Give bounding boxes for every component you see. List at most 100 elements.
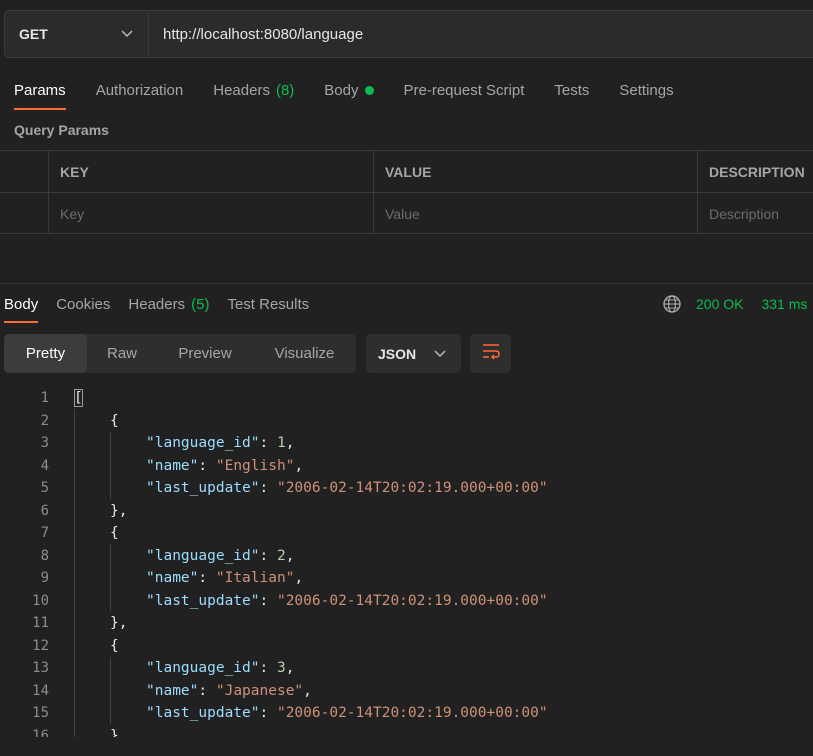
code-line: 7{	[0, 522, 813, 545]
code-token: ,	[285, 435, 295, 452]
code-token: 3	[276, 660, 286, 677]
tab-label: Cookies	[56, 295, 111, 313]
response-tab-test-results[interactable]: Test Results	[227, 285, 309, 323]
code-line: 2{	[0, 410, 813, 433]
headers-count: (8)	[275, 81, 295, 99]
method-label: GET	[19, 26, 48, 42]
code-token: {	[110, 412, 119, 429]
globe-icon[interactable]	[662, 294, 682, 314]
code-line: 9 "name": "Italian",	[0, 567, 813, 590]
code-token: :	[259, 660, 277, 677]
view-pretty-button[interactable]: Pretty	[4, 334, 87, 373]
code-token: {	[110, 637, 119, 654]
code-token: "English"	[215, 457, 295, 474]
code-token: :	[198, 457, 216, 474]
view-visualize-button[interactable]: Visualize	[253, 334, 356, 373]
response-headers-count: (5)	[191, 295, 210, 313]
code-token: "Japanese"	[215, 682, 304, 699]
code-line: 15 "last_update": "2006-02-14T20:02:19.00…	[0, 702, 813, 725]
line-number: 6	[40, 502, 49, 519]
code-text: {	[110, 525, 119, 541]
code-text: },	[110, 728, 127, 737]
format-label: JSON	[378, 345, 417, 362]
tab-params[interactable]: Params	[14, 70, 66, 110]
pane-divider[interactable]	[0, 283, 813, 284]
code-token: "2006-02-14T20:02:19.000+00:00"	[276, 705, 548, 722]
code-line: 4 "name": "English",	[0, 455, 813, 478]
query-params-title: Query Params	[14, 122, 109, 138]
tab-settings[interactable]: Settings	[619, 70, 673, 110]
code-token: "2006-02-14T20:02:19.000+00:00"	[276, 592, 548, 609]
code-token: },	[110, 502, 128, 519]
wrap-lines-icon	[481, 342, 501, 365]
table-row: Key Value Description	[0, 192, 813, 234]
code-token: "Italian"	[215, 570, 295, 587]
tab-label: Body	[324, 81, 359, 99]
code-text: "language_id": 3,	[146, 660, 294, 676]
line-number: 1	[40, 390, 49, 407]
code-token: :	[198, 570, 216, 587]
tab-pre-request-script[interactable]: Pre-request Script	[404, 70, 525, 110]
line-number: 14	[32, 682, 49, 699]
response-time[interactable]: 331 ms	[761, 296, 807, 312]
line-number: 16	[32, 727, 49, 737]
description-input[interactable]: Description	[697, 193, 813, 234]
code-token: "last_update"	[146, 592, 260, 609]
tab-label: Tests	[554, 81, 590, 99]
code-line: 14 "name": "Japanese",	[0, 680, 813, 703]
response-tab-cookies[interactable]: Cookies	[56, 285, 110, 323]
code-token: "language_id"	[146, 660, 260, 677]
column-header-key: KEY	[48, 151, 373, 192]
params-table: KEY VALUE DESCRIPTION Key Value Descript…	[0, 150, 813, 234]
response-body-code[interactable]: 1[2{3 "language_id": 1, 4 "name": "English"…	[0, 387, 813, 737]
tab-tests[interactable]: Tests	[554, 70, 589, 110]
code-token: "name"	[146, 457, 199, 474]
view-preview-button[interactable]: Preview	[157, 334, 253, 373]
code-line: 5 "last_update": "2006-02-14T20:02:19.000…	[0, 477, 813, 500]
code-token: :	[198, 682, 216, 699]
response-tab-body[interactable]: Body	[4, 285, 39, 323]
code-token: "last_update"	[146, 705, 260, 722]
code-token: 1	[276, 435, 286, 452]
view-raw-button[interactable]: Raw	[87, 334, 157, 373]
line-number: 3	[40, 435, 49, 452]
tab-label: Headers	[213, 81, 270, 99]
line-number: 2	[40, 412, 49, 429]
response-tab-headers[interactable]: Headers (5)	[128, 285, 209, 323]
code-text: "last_update": "2006-02-14T20:02:19.000+…	[146, 705, 548, 721]
view-mode-group: Pretty Raw Preview Visualize	[4, 334, 356, 373]
code-line: 8 "language_id": 2,	[0, 545, 813, 568]
code-token: "name"	[146, 682, 199, 699]
tab-headers[interactable]: Headers (8)	[213, 70, 294, 110]
status-code[interactable]: 200 OK	[696, 296, 743, 312]
line-number: 8	[40, 547, 49, 564]
tab-body[interactable]: Body	[324, 70, 374, 110]
code-text: "last_update": "2006-02-14T20:02:19.000+…	[146, 593, 548, 609]
code-token: "language_id"	[146, 435, 260, 452]
column-header-value: VALUE	[373, 151, 697, 192]
chevron-down-icon	[120, 27, 134, 41]
code-line: 10 "last_update": "2006-02-14T20:02:19.00…	[0, 590, 813, 613]
code-line: 16},	[0, 725, 813, 737]
value-input[interactable]: Value	[373, 193, 697, 234]
method-select[interactable]: GET	[5, 11, 149, 57]
code-token: 2	[276, 547, 286, 564]
code-text: "language_id": 1,	[146, 435, 294, 451]
key-input[interactable]: Key	[48, 193, 373, 234]
status-dot-icon	[364, 85, 374, 95]
url-input[interactable]: http://localhost:8080/language	[149, 11, 363, 57]
line-number: 4	[40, 457, 49, 474]
line-number: 5	[40, 480, 49, 497]
code-text: "name": "Italian",	[146, 570, 303, 586]
line-number: 13	[32, 660, 49, 677]
wrap-lines-button[interactable]	[470, 334, 511, 373]
code-token: "name"	[146, 570, 199, 587]
code-token: "2006-02-14T20:02:19.000+00:00"	[276, 480, 548, 497]
tab-authorization[interactable]: Authorization	[96, 70, 184, 110]
code-text: "language_id": 2,	[146, 548, 294, 564]
line-number: 11	[32, 615, 49, 632]
response-tabs: Body Cookies Headers (5) Test Results	[0, 285, 309, 323]
code-text: },	[110, 503, 127, 519]
code-line: 13 "language_id": 3,	[0, 657, 813, 680]
format-select[interactable]: JSON	[366, 334, 461, 373]
